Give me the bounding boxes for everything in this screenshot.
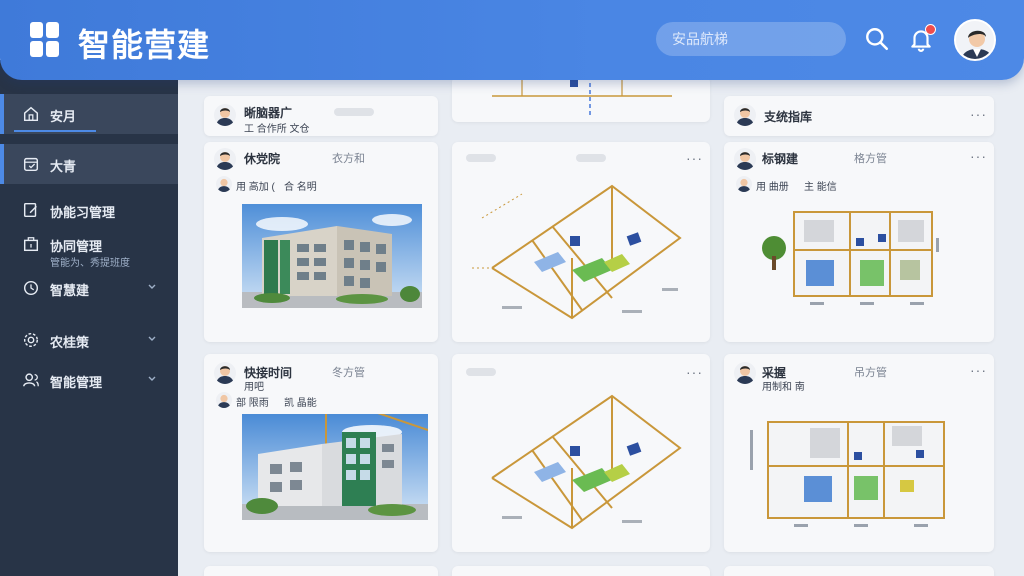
notification-badge	[925, 24, 936, 35]
avatar	[734, 148, 756, 170]
sidebar-item-home[interactable]: 安月	[0, 94, 178, 134]
post-meta: 冬方管	[332, 367, 365, 379]
feed-card[interactable]	[452, 566, 710, 576]
building-photo	[242, 414, 428, 520]
feed-card[interactable]: 采握 吊方管 用制和 南 ···	[724, 354, 994, 552]
avatar	[214, 148, 236, 170]
top-header: 智能营建 安品航梯	[0, 0, 1024, 80]
feed-card[interactable]	[204, 566, 438, 576]
sidebar-item-label: 智慧建	[50, 283, 90, 298]
reply-name: 用 高加 (	[236, 182, 275, 193]
user-avatar[interactable]	[954, 19, 996, 61]
reply-name: 用 曲册	[756, 182, 789, 193]
avatar	[216, 392, 232, 408]
isometric-plan-image	[472, 184, 682, 320]
sidebar-item-label: 协能习管理	[50, 205, 116, 220]
sidebar-item-label: 智能管理	[50, 375, 103, 390]
author-name: 标钢建	[762, 152, 799, 166]
feed-card[interactable]: 标钢建 格方管 ··· 用 曲册 主 能信	[724, 142, 994, 342]
author-sub: 用吧	[244, 382, 264, 393]
blurred-text	[334, 108, 374, 116]
chevron-down-icon	[148, 336, 156, 341]
reply-meta: 凯 晶能	[284, 398, 317, 409]
blurred-text	[466, 154, 496, 162]
sidebar: 安月 大青 协能习管理 协同管理 管能为、秀提班度 智慧建 农桂策 智能管理	[0, 60, 178, 576]
feed-card[interactable]: 支统指库 ···	[724, 96, 994, 136]
edit-icon	[23, 202, 37, 218]
search-input[interactable]: 安品航梯	[656, 22, 846, 56]
post-meta: 吊方管	[854, 367, 887, 379]
app-logo-icon	[30, 22, 60, 58]
floor-plan-image	[492, 76, 672, 116]
chevron-down-icon	[148, 376, 156, 381]
feed-card[interactable]	[724, 566, 994, 576]
sidebar-item-smart-manage[interactable]: 智能管理	[0, 360, 178, 400]
blurred-text	[576, 154, 606, 162]
sidebar-item-label: 大青	[50, 159, 77, 174]
feed-card[interactable]: 晰脑器广 工 合作所 文仓	[204, 96, 438, 136]
sidebar-item-collab-manage[interactable]: 协同管理 管能为、秀提班度	[0, 224, 178, 272]
home-icon	[23, 106, 39, 122]
avatar	[214, 362, 236, 384]
reply-name: 部 限雨	[236, 398, 269, 409]
clock-icon	[23, 280, 39, 296]
feed-card[interactable]: ···	[452, 142, 710, 342]
author-name: 晰脑器广	[244, 106, 293, 120]
floor-plan-image	[762, 211, 939, 305]
sidebar-item-smart-build[interactable]: 智慧建	[0, 268, 178, 308]
calendar-icon	[23, 157, 39, 172]
user-icon	[23, 373, 39, 387]
sidebar-item-sublabel: 管能为、秀提班度	[50, 258, 130, 269]
author-name: 休党院	[244, 152, 281, 166]
feed-card[interactable]	[452, 76, 710, 122]
avatar	[736, 176, 752, 192]
feed-card[interactable]: 快接时间 冬方管 用吧 部 限雨 凯 晶能	[204, 354, 438, 552]
reply-name: 用制和 南	[762, 382, 805, 393]
post-meta: 衣方和	[332, 153, 365, 165]
avatar	[216, 176, 232, 192]
more-options-icon[interactable]: ···	[686, 364, 703, 380]
chevron-down-icon	[148, 284, 156, 289]
more-options-icon[interactable]: ···	[970, 148, 987, 164]
avatar	[734, 104, 756, 126]
blurred-text	[466, 368, 496, 376]
sidebar-item-label: 协同管理	[50, 239, 103, 254]
avatar	[214, 104, 236, 126]
sidebar-item-label: 安月	[50, 109, 77, 124]
more-options-icon[interactable]: ···	[970, 106, 987, 122]
sidebar-item-settings[interactable]: 农桂策	[0, 320, 178, 360]
sidebar-item-label: 农桂策	[50, 335, 90, 350]
search-icon[interactable]	[864, 26, 890, 52]
author-name: 支统指库	[764, 110, 813, 124]
more-options-icon[interactable]: ···	[970, 362, 987, 378]
author-sub: 工 合作所 文仓	[244, 124, 310, 135]
app-title: 智能营建	[78, 27, 211, 63]
active-indicator	[14, 130, 96, 132]
sidebar-item-calendar[interactable]: 大青	[0, 144, 178, 184]
reply-meta: 主 能信	[804, 182, 837, 193]
building-icon	[23, 237, 39, 252]
building-photo	[242, 204, 422, 308]
reply-meta: 合 名明	[284, 182, 317, 193]
feed-card[interactable]: 休党院 衣方和 用 高加 ( 合 名明	[204, 142, 438, 342]
post-meta: 格方管	[854, 153, 887, 165]
feed-card[interactable]: ···	[452, 354, 710, 552]
avatar	[734, 362, 756, 384]
more-options-icon[interactable]: ···	[686, 150, 703, 166]
floor-plan-image	[750, 421, 945, 527]
gear-icon	[23, 332, 39, 348]
isometric-plan-image	[491, 394, 682, 530]
